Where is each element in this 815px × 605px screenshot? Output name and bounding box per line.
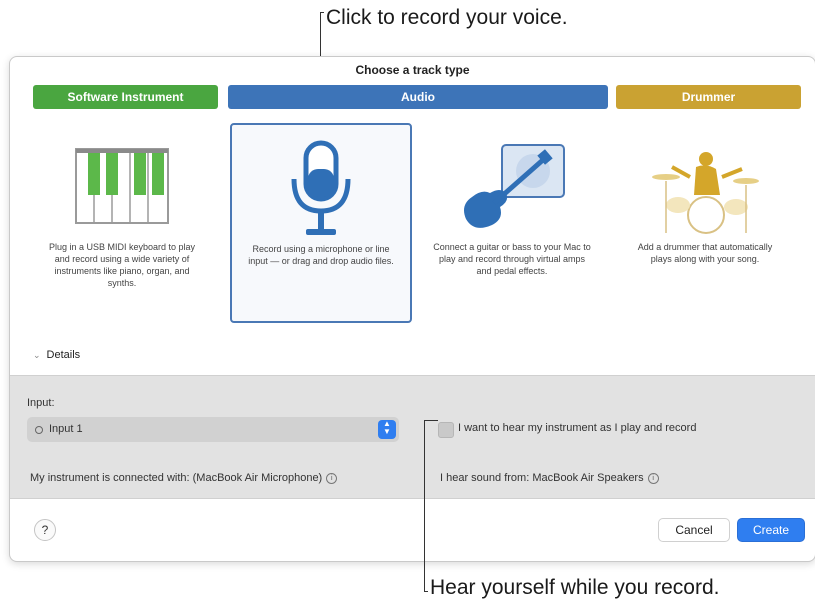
category-drummer[interactable]: Drummer xyxy=(616,85,801,109)
monitor-checkbox[interactable] xyxy=(438,422,454,438)
callout-leader-bottom-tick xyxy=(424,420,438,421)
details-panel: Input: Input 1 ▲ ▼ I want to hear my inst… xyxy=(10,375,815,499)
callout-record-voice: Click to record your voice. xyxy=(326,6,568,29)
connected-with-label: My instrument is connected with: (MacBoo… xyxy=(30,472,323,484)
connected-with-text: My instrument is connected with: (MacBoo… xyxy=(30,472,338,484)
tile-description: Plug in a USB MIDI keyboard to play and … xyxy=(48,242,196,288)
monitor-label: I want to hear my instrument as I play a… xyxy=(458,422,697,434)
track-type-dialog: Choose a track type Software Instrument … xyxy=(9,56,815,562)
category-audio[interactable]: Audio xyxy=(228,85,608,109)
chevron-down-icon: ⌄ xyxy=(33,350,41,360)
keyboard-icon xyxy=(75,148,169,224)
input-popup[interactable]: Input 1 ▲ ▼ xyxy=(27,417,399,442)
details-disclosure[interactable]: ⌄ Details xyxy=(33,349,80,361)
category-software-instrument[interactable]: Software Instrument xyxy=(33,85,218,109)
hear-from-text: I hear sound from: MacBook Air Speakers i xyxy=(440,472,659,484)
input-ring-icon xyxy=(35,426,43,434)
microphone-icon xyxy=(291,140,351,235)
popup-stepper-icon: ▲ ▼ xyxy=(378,420,396,439)
tile-audio-microphone[interactable]: Record using a microphone or line input … xyxy=(230,123,412,323)
callout-hear-yourself: Hear yourself while you record. xyxy=(430,576,720,599)
tile-description: Record using a microphone or line input … xyxy=(248,244,394,266)
hear-from-label: I hear sound from: MacBook Air Speakers xyxy=(440,472,644,484)
input-value: Input 1 xyxy=(49,423,83,435)
details-label: Details xyxy=(46,349,81,361)
info-icon[interactable]: i xyxy=(326,472,338,484)
input-label: Input: xyxy=(27,397,55,409)
callout-leader-bottom-end xyxy=(424,591,428,592)
callout-leader-bottom xyxy=(424,420,425,592)
dialog-title: Choose a track type xyxy=(355,63,470,77)
info-icon[interactable]: i xyxy=(647,472,659,484)
tile-drummer[interactable]: Add a drummer that automatically plays a… xyxy=(616,123,794,319)
tile-software-instrument[interactable]: Plug in a USB MIDI keyboard to play and … xyxy=(33,123,211,319)
callout-leader-top-tick xyxy=(320,12,324,13)
tile-audio-guitar[interactable]: Connect a guitar or bass to your Mac to … xyxy=(423,123,601,319)
guitar-icon xyxy=(464,144,565,228)
cancel-button[interactable]: Cancel xyxy=(658,518,730,542)
help-button[interactable]: ? xyxy=(34,519,56,541)
tile-description: Add a drummer that automatically plays a… xyxy=(637,242,773,264)
create-button[interactable]: Create xyxy=(737,518,805,542)
tile-description: Connect a guitar or bass to your Mac to … xyxy=(433,242,591,276)
drummer-icon xyxy=(652,152,759,234)
